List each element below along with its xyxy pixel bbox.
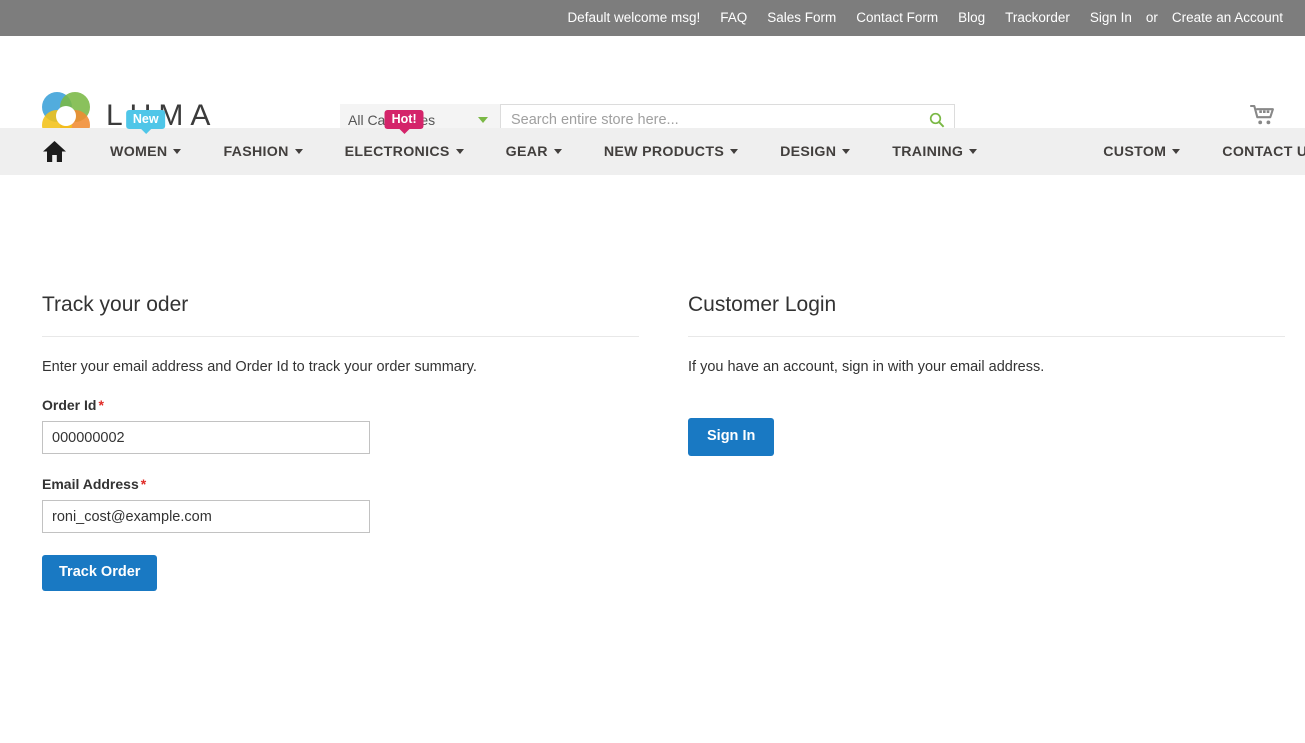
main-navigation: New WOMEN FASHION Hot! ELECTRONICS GEAR … — [0, 110, 1305, 175]
email-address-label: Email Address * — [42, 476, 147, 492]
welcome-message: Default welcome msg! — [567, 10, 701, 25]
nav-item-label: CUSTOM — [1103, 143, 1167, 160]
nav-item-gear[interactable]: GEAR — [485, 128, 583, 175]
shopping-cart-icon — [1249, 104, 1274, 125]
home-icon — [43, 141, 66, 162]
nav-item-label: TRAINING — [892, 143, 964, 160]
page-main: Track your oder Enter your email address… — [0, 175, 1305, 591]
nav-badge-hot: Hot! — [384, 110, 424, 129]
chevron-down-icon — [730, 149, 739, 154]
nav-item-label: DESIGN — [780, 143, 837, 160]
nav-item-label: FASHION — [223, 143, 289, 160]
nav-item-contact-us[interactable]: CONTACT US — [1201, 128, 1305, 175]
order-id-input[interactable] — [42, 421, 370, 454]
search-icon — [929, 112, 945, 128]
divider — [688, 336, 1285, 337]
topbar-link-contact-form[interactable]: Contact Form — [846, 0, 948, 36]
nav-item-label: GEAR — [505, 143, 548, 160]
sign-in-button[interactable]: Sign In — [688, 418, 775, 456]
nav-item-label: CONTACT US — [1222, 143, 1305, 160]
customer-login-note: If you have an account, sign in with you… — [688, 359, 1045, 375]
topbar-link-sign-in[interactable]: Sign In — [1080, 0, 1142, 36]
nav-item-women[interactable]: New WOMEN — [89, 110, 202, 175]
nav-item-home[interactable] — [0, 140, 89, 163]
topbar-link-create-account[interactable]: Create an Account — [1162, 0, 1293, 36]
nav-item-custom[interactable]: CUSTOM — [1082, 128, 1201, 175]
email-address-input[interactable] — [42, 500, 370, 533]
chevron-down-icon — [1172, 149, 1181, 154]
top-utility-bar: Default welcome msg! FAQ Sales Form Cont… — [0, 0, 1305, 36]
customer-login-title: Customer Login — [688, 293, 837, 316]
order-id-label: Order Id * — [42, 397, 104, 413]
topbar-link-blog[interactable]: Blog — [948, 0, 995, 36]
chevron-down-icon — [842, 149, 851, 154]
topbar-link-faq[interactable]: FAQ — [710, 0, 757, 36]
track-order-button[interactable]: Track Order — [42, 555, 158, 591]
chevron-down-icon — [455, 149, 464, 154]
topbar-link-sales-form[interactable]: Sales Form — [757, 0, 846, 36]
site-header: LUMA All Categories — [0, 36, 1305, 140]
nav-item-training[interactable]: TRAINING — [871, 128, 998, 175]
nav-item-new-products[interactable]: NEW PRODUCTS — [583, 128, 759, 175]
required-mark: * — [140, 476, 147, 492]
page-title: Track your oder — [42, 293, 189, 316]
topbar-link-trackorder[interactable]: Trackorder — [995, 0, 1080, 36]
nav-item-design[interactable]: DESIGN — [759, 128, 871, 175]
nav-badge-new: New — [125, 110, 166, 129]
divider — [42, 336, 639, 337]
nav-item-label: NEW PRODUCTS — [603, 143, 725, 160]
track-order-note: Enter your email address and Order Id to… — [42, 359, 477, 375]
chevron-down-icon — [173, 149, 182, 154]
chevron-down-icon — [294, 149, 303, 154]
customer-login-section: Customer Login If you have an account, s… — [688, 293, 1285, 591]
track-order-section: Track your oder Enter your email address… — [42, 293, 639, 591]
nav-item-label: WOMEN — [110, 143, 168, 160]
chevron-down-icon — [478, 117, 488, 123]
chevron-down-icon — [553, 149, 562, 154]
nav-item-fashion[interactable]: FASHION — [202, 128, 323, 175]
nav-item-electronics[interactable]: Hot! ELECTRONICS — [324, 110, 485, 175]
chevron-down-icon — [969, 149, 978, 154]
topbar-or-text: or — [1145, 10, 1158, 25]
nav-item-label: ELECTRONICS — [344, 143, 450, 160]
required-mark: * — [98, 397, 104, 413]
